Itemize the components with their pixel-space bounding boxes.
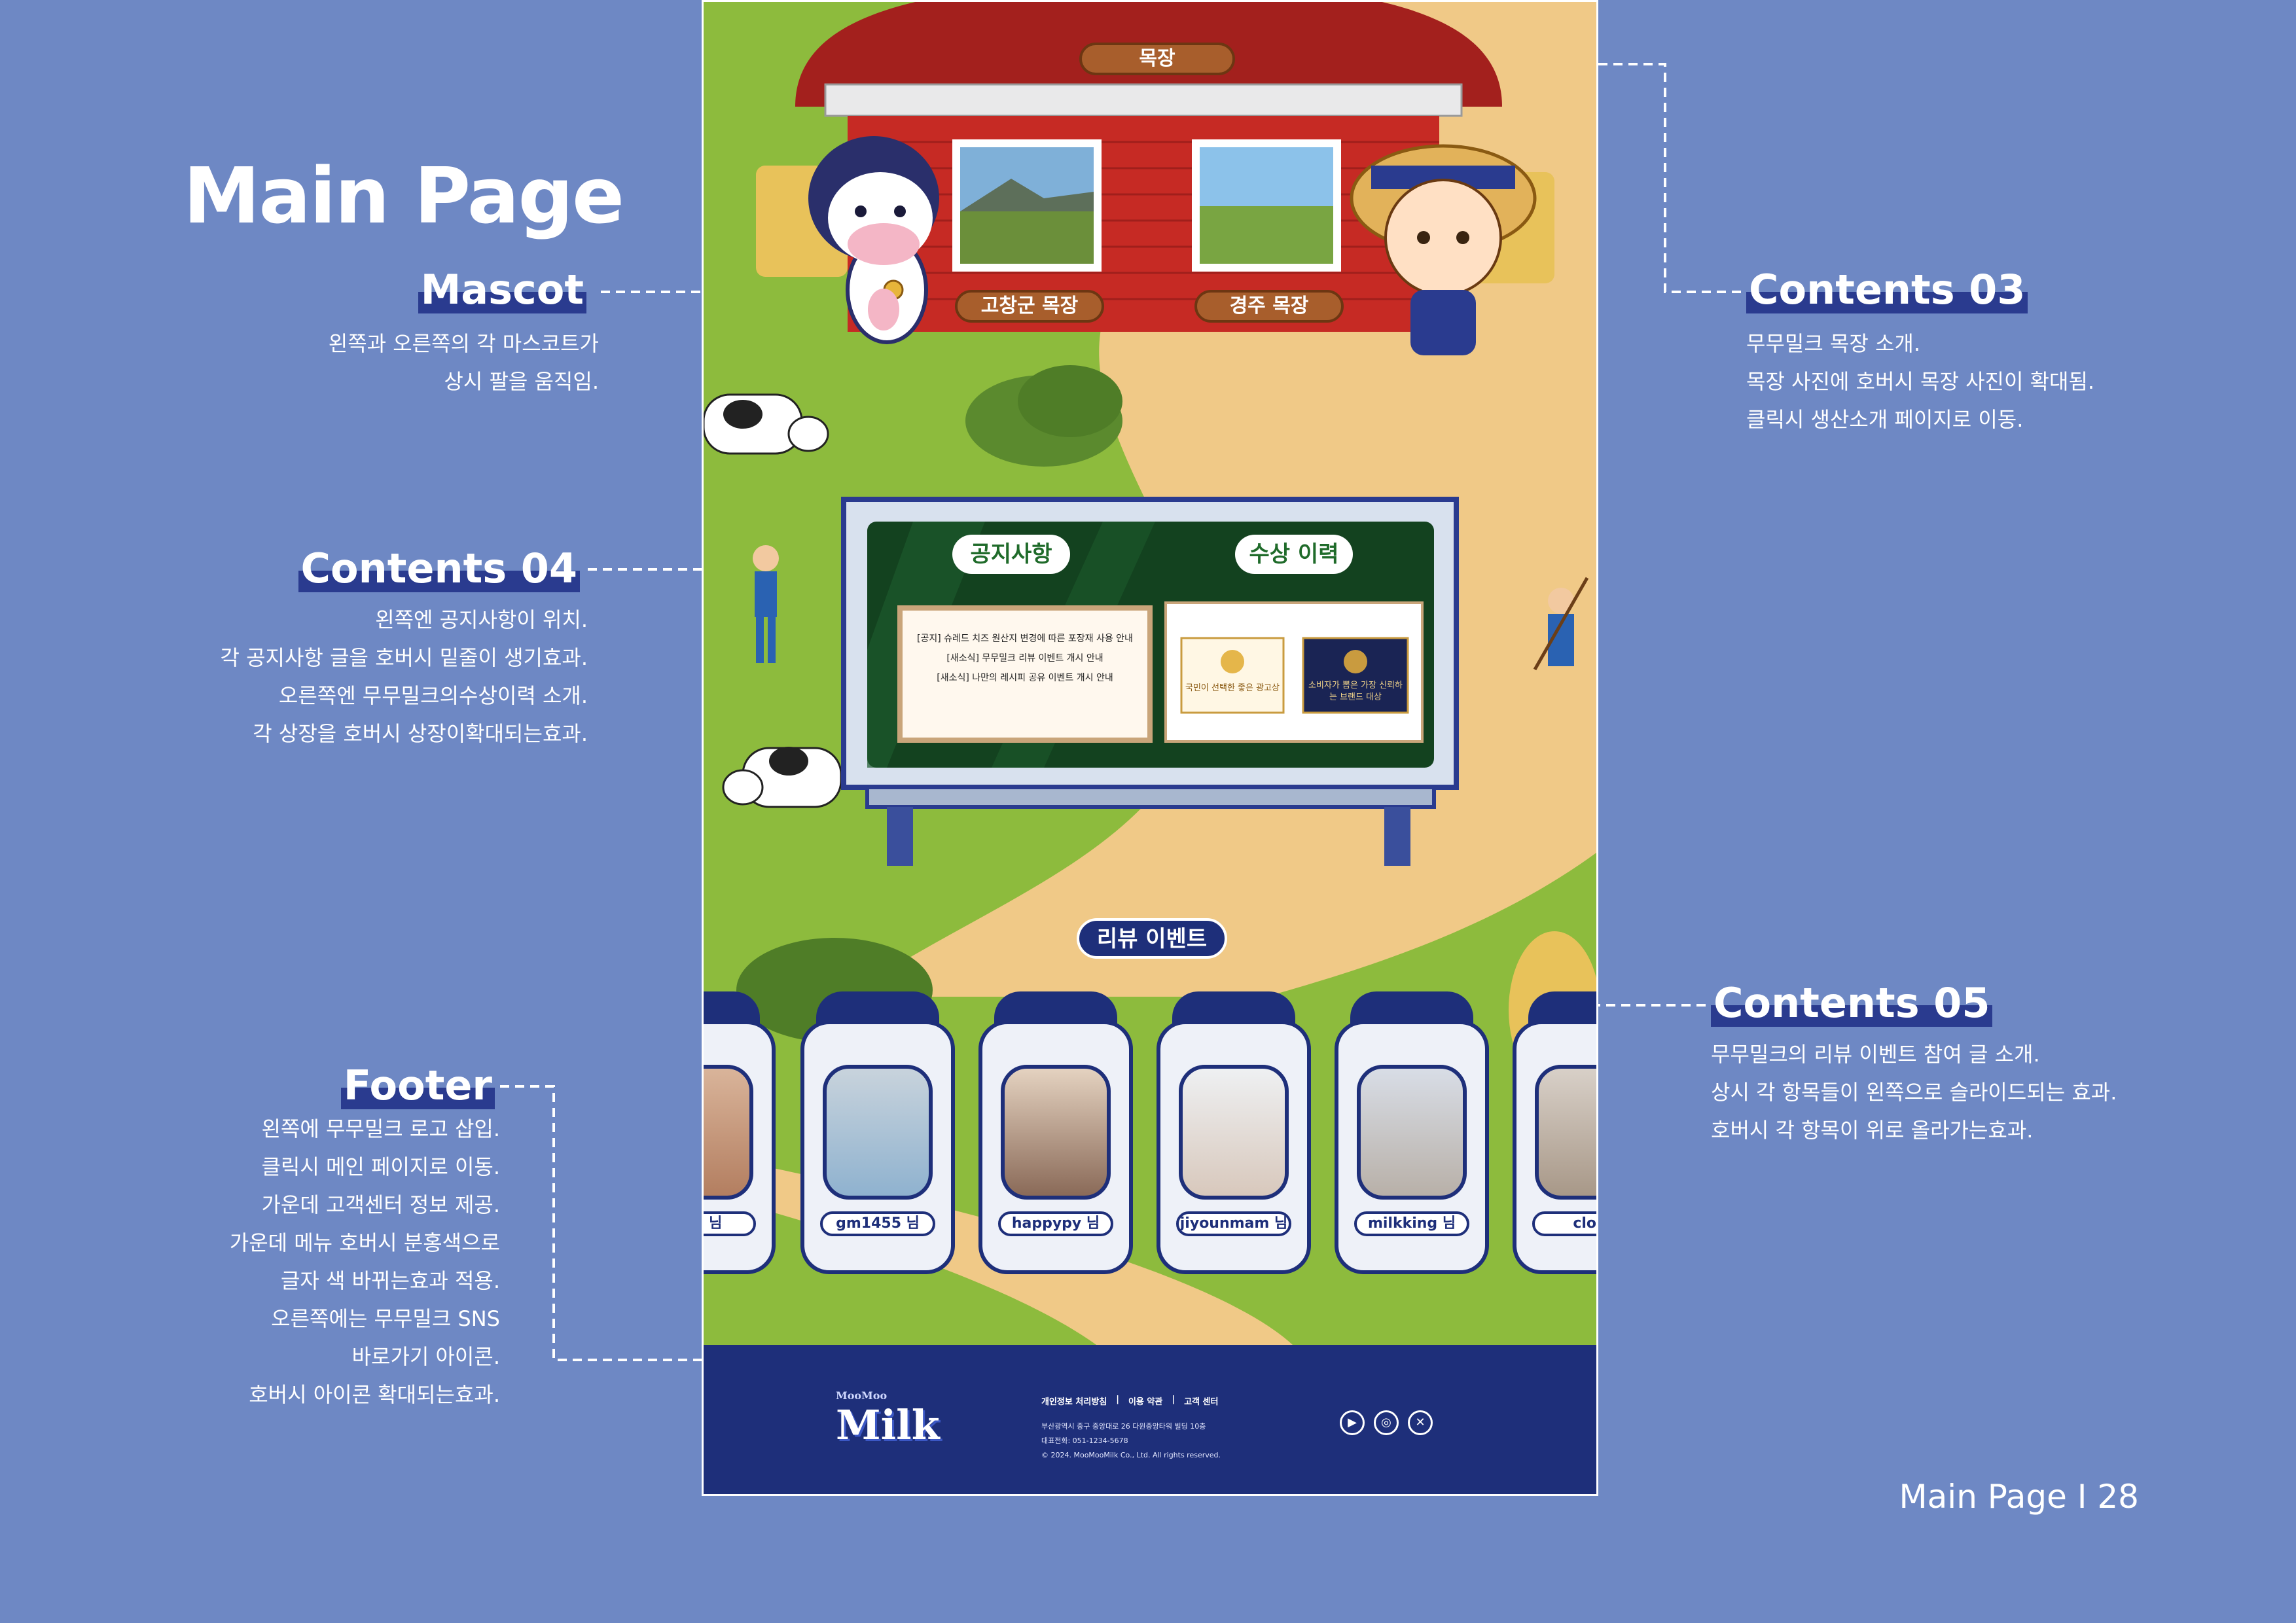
notice-list: [공지] 슈레드 치즈 원산지 변경에 따른 포장재 사용 안내 [새소식] 무… xyxy=(897,605,1153,743)
review-card[interactable]: happypy 님 xyxy=(978,991,1133,1274)
reviewer-name: y01 님 xyxy=(704,1211,756,1236)
x-icon[interactable]: ✕ xyxy=(1408,1410,1433,1435)
review-card[interactable]: clou xyxy=(1513,991,1596,1274)
notice-tab: 공지사항 xyxy=(952,535,1070,574)
barn-eave xyxy=(824,83,1463,117)
reviewer-name: jiyounmam 님 xyxy=(1176,1211,1291,1236)
review-card[interactable]: gm1455 님 xyxy=(800,991,955,1274)
board-leg xyxy=(887,807,913,866)
review-photo xyxy=(1535,1065,1596,1200)
footer-logo[interactable]: MooMoo Milk xyxy=(836,1389,940,1450)
reviewer-name: gm1455 님 xyxy=(820,1211,935,1236)
award-certificate-gold xyxy=(1180,637,1285,714)
notice-item[interactable]: [새소식] 나만의 레시피 공유 이벤트 개시 안내 xyxy=(909,668,1141,688)
menu-divider: | xyxy=(1172,1395,1175,1404)
review-photo xyxy=(1357,1065,1467,1200)
instagram-icon[interactable]: ◎ xyxy=(1374,1410,1399,1435)
footer-company-info: 부산광역시 중구 중앙대로 26 다원중앙타워 빌딩 10층 대표전화: 051… xyxy=(1041,1419,1221,1463)
review-card[interactable]: jiyounmam 님 xyxy=(1157,991,1311,1274)
award-title-brand[interactable]: 소비자가 뽑은 가장 신뢰하는 브랜드 대상 xyxy=(1307,680,1404,704)
award-title-ad[interactable]: 국민이 선택한 좋은 광고상 xyxy=(1185,683,1280,694)
review-photo xyxy=(1179,1065,1289,1200)
notice-item[interactable]: [공지] 슈레드 치즈 원산지 변경에 따른 포장재 사용 안내 xyxy=(909,629,1141,649)
reviewer-name: happypy 님 xyxy=(998,1211,1113,1236)
awards-tab: 수상 이력 xyxy=(1235,535,1353,574)
board-leg xyxy=(1384,807,1410,866)
review-card[interactable]: y01 님 xyxy=(704,991,776,1274)
farm-link-gochang[interactable]: 고창군 목장 xyxy=(955,290,1104,323)
review-photo xyxy=(823,1065,933,1200)
footer-logo-small: MooMoo xyxy=(836,1389,888,1402)
review-event-button[interactable]: 리뷰 이벤트 xyxy=(1077,918,1227,959)
footer-copyright: © 2024. MooMooMilk Co., Ltd. All rights … xyxy=(1041,1451,1221,1459)
menu-divider: | xyxy=(1116,1395,1119,1404)
barn-title-sign: 목장 xyxy=(1079,43,1235,75)
review-photo xyxy=(704,1065,753,1200)
notice-item[interactable]: [새소식] 무무밀크 리뷰 이벤트 개시 안내 xyxy=(909,649,1141,668)
reviewer-name: milkking 님 xyxy=(1354,1211,1469,1236)
footer-phone: 대표전화: 051-1234-5678 xyxy=(1041,1436,1128,1445)
privacy-policy-link[interactable]: 개인정보 처리방침 xyxy=(1041,1395,1107,1407)
customer-center-link[interactable]: 고객 센터 xyxy=(1184,1395,1218,1407)
terms-link[interactable]: 이용 약관 xyxy=(1128,1395,1162,1407)
site-footer: MooMoo Milk 개인정보 처리방침 | 이용 약관 | 고객 센터 부산… xyxy=(704,1345,1596,1494)
youtube-icon[interactable]: ▶ xyxy=(1340,1410,1365,1435)
footer-logo-text: Milk xyxy=(836,1401,940,1449)
farm-link-gyeongju[interactable]: 경주 목장 xyxy=(1194,290,1344,323)
review-photo xyxy=(1001,1065,1111,1200)
footer-menu: 개인정보 처리방침 | 이용 약관 | 고객 센터 xyxy=(1041,1395,1218,1407)
reviewer-name: clou xyxy=(1532,1211,1596,1236)
website-mockup: 목장 고창군 목장 경주 목장 공지사항 수상 이력 [공지] 슈레드 치즈 원… xyxy=(702,0,1598,1496)
review-card[interactable]: milkking 님 xyxy=(1335,991,1489,1274)
footer-address: 부산광역시 중구 중앙대로 26 다원중앙타워 빌딩 10층 xyxy=(1041,1422,1206,1431)
